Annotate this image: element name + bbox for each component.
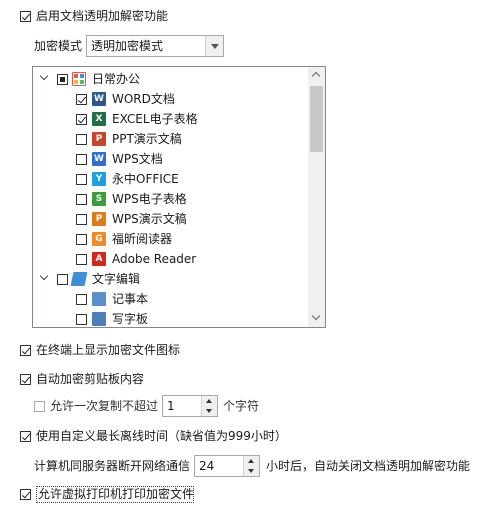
tree-scrollbar[interactable] [308, 67, 325, 327]
enable-transparent-label: 启用文档透明加解密功能 [36, 9, 169, 23]
item-label: PPT演示文稿 [112, 132, 182, 146]
tree-item[interactable]: G 福昕阅读器 [33, 229, 309, 249]
app-tree[interactable]: 日常办公 W WORD文档 X EXCEL电子表格 P PPT演示文稿 W WPS文档 Y 永中O… [32, 66, 326, 328]
virtual-print-checkbox[interactable] [20, 489, 31, 500]
yozo-office-icon: Y [92, 172, 106, 186]
item-label: Adobe Reader [112, 252, 197, 266]
allow-copy-label: 允许一次复制不超过 [50, 399, 159, 413]
enable-transparent-checkbox[interactable] [20, 11, 31, 22]
offline-hours-value: 24 [199, 459, 215, 473]
offline-hours-stepper[interactable]: 24 [194, 455, 260, 477]
mode-select-value: 透明加密模式 [91, 39, 164, 53]
foxit-reader-icon: G [92, 232, 106, 246]
clipboard-label: 自动加密剪贴板内容 [36, 372, 145, 386]
decrement-icon[interactable] [202, 406, 217, 416]
tree-item[interactable]: P PPT演示文稿 [33, 129, 309, 149]
item-label: 记事本 [112, 292, 149, 306]
virtual-print-label: 允许虚拟打印机打印加密文件 [38, 487, 195, 501]
item-checkbox[interactable] [76, 234, 87, 245]
copy-limit-stepper[interactable]: 1 [162, 395, 218, 417]
tree-item[interactable]: S WPS电子表格 [33, 189, 309, 209]
wps-writer-icon: W [92, 152, 106, 166]
offline-detail-suffix: 小时后，自动关闭文档透明加解密功能 [266, 459, 471, 473]
offline-checkbox[interactable] [20, 431, 31, 442]
item-label: WPS演示文稿 [112, 212, 187, 226]
mode-select[interactable]: 透明加密模式 [86, 35, 224, 57]
scroll-up-icon[interactable] [308, 67, 325, 84]
stepper-arrows[interactable] [243, 456, 259, 476]
group-text-edit-icon [70, 272, 88, 286]
item-label: WPS文档 [112, 152, 163, 166]
wordpad-icon [92, 312, 106, 326]
wps-sheet-icon: S [92, 192, 106, 206]
item-checkbox[interactable] [76, 194, 87, 205]
group-label: 文字编辑 [92, 272, 141, 286]
group-checkbox[interactable] [57, 74, 68, 85]
item-checkbox[interactable] [76, 314, 87, 325]
item-checkbox[interactable] [76, 94, 87, 105]
item-checkbox[interactable] [76, 254, 87, 265]
item-label: EXCEL电子表格 [112, 112, 198, 126]
group-office-icon [72, 72, 86, 86]
tree-item[interactable]: P WPS演示文稿 [33, 209, 309, 229]
group-checkbox[interactable] [57, 274, 68, 285]
item-checkbox[interactable] [76, 154, 87, 165]
item-checkbox[interactable] [76, 114, 87, 125]
adobe-reader-icon: A [92, 252, 106, 266]
copy-limit-value: 1 [167, 399, 175, 413]
decrement-icon[interactable] [244, 466, 259, 476]
stepper-arrows[interactable] [201, 396, 217, 416]
chevron-down-icon[interactable] [205, 36, 223, 56]
allow-copy-checkbox[interactable] [34, 401, 45, 412]
expand-icon[interactable] [41, 73, 49, 81]
group-label: 日常办公 [92, 72, 141, 86]
tree-item[interactable]: 写字板 [33, 309, 309, 327]
notepad-icon [92, 292, 106, 306]
item-label: WORD文档 [112, 92, 175, 106]
tree-item[interactable]: A Adobe Reader [33, 249, 309, 269]
tree-group-office[interactable]: 日常办公 [33, 69, 309, 89]
expand-icon[interactable] [41, 273, 49, 281]
item-checkbox[interactable] [76, 214, 87, 225]
word-icon: W [92, 92, 106, 106]
scroll-down-icon[interactable] [308, 310, 325, 327]
item-label: 写字板 [112, 312, 149, 326]
increment-icon[interactable] [202, 396, 217, 406]
tree-item[interactable]: 记事本 [33, 289, 309, 309]
allow-copy-unit: 个字符 [223, 399, 260, 413]
tree-item[interactable]: Y 永中OFFICE [33, 169, 309, 189]
item-checkbox[interactable] [76, 294, 87, 305]
offline-detail-label: 计算机同服务器断开网络通信 [34, 459, 191, 473]
mode-label: 加密模式 [34, 39, 83, 53]
item-checkbox[interactable] [76, 134, 87, 145]
show-icon-checkbox[interactable] [20, 345, 31, 356]
tree-group-text-edit[interactable]: 文字编辑 [33, 269, 309, 289]
powerpoint-icon: P [92, 132, 106, 146]
item-label: WPS电子表格 [112, 192, 187, 206]
item-label: 永中OFFICE [112, 172, 179, 186]
item-checkbox[interactable] [76, 174, 87, 185]
tree-item[interactable]: W WPS文档 [33, 149, 309, 169]
increment-icon[interactable] [244, 456, 259, 466]
wps-presentation-icon: P [92, 212, 106, 226]
excel-icon: X [92, 112, 106, 126]
tree-item[interactable]: X EXCEL电子表格 [33, 109, 309, 129]
offline-label: 使用自定义最长离线时间（缺省值为999小时） [36, 429, 287, 443]
show-icon-label: 在终端上显示加密文件图标 [36, 343, 181, 357]
scroll-thumb[interactable] [310, 86, 323, 152]
clipboard-checkbox[interactable] [20, 374, 31, 385]
tree-item[interactable]: W WORD文档 [33, 89, 309, 109]
item-label: 福昕阅读器 [112, 232, 173, 246]
